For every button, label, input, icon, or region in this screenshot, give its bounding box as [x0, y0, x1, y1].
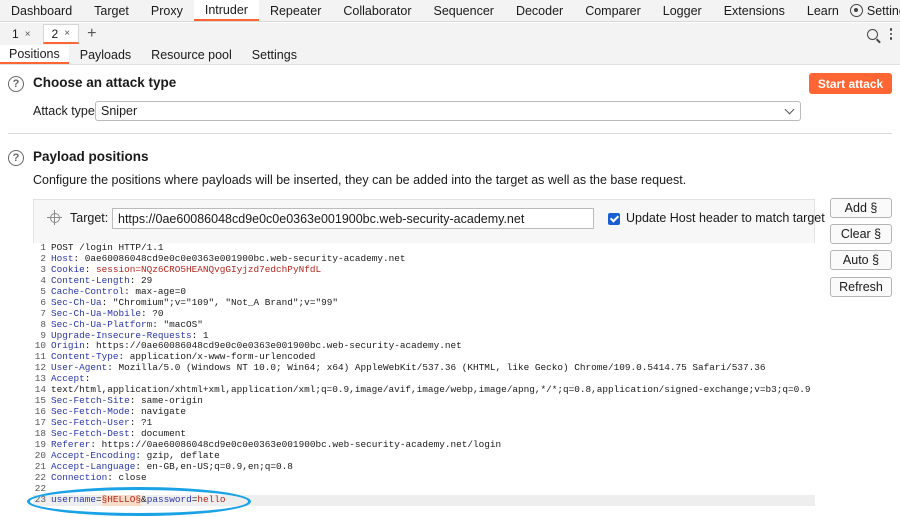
start-attack-button[interactable]: Start attack	[809, 73, 892, 94]
header-line: 21 Accept-Language: en-GB,en-US;q=0.9,en;…	[34, 460, 293, 472]
header-line: 12 User-Agent: Mozilla/5.0 (Windows NT 10…	[34, 362, 766, 374]
header-value: "Chromium";v="109", "Not_A Brand";v="99"	[112, 296, 338, 308]
header-value: en-GB,en-US;q=0.9,en;q=0.8	[146, 460, 293, 472]
attack-tabs-bar: 1 × 2 × +	[0, 23, 900, 45]
payload-marker[interactable]: §HELLO§	[101, 494, 142, 506]
line-number: 22	[34, 471, 46, 483]
line-number: 23	[34, 493, 46, 505]
tab-comparer[interactable]: Comparer	[574, 0, 652, 21]
tab-extensions[interactable]: Extensions	[713, 0, 796, 21]
header-line: 8 Sec-Ch-Ua-Platform: "macOS"	[33, 318, 815, 331]
refresh-button[interactable]: Refresh	[830, 277, 892, 297]
auto-markers-button[interactable]: Auto §	[830, 250, 892, 270]
more-options-icon[interactable]	[889, 28, 892, 40]
header-value: close	[118, 471, 147, 483]
tab-intruder[interactable]: Intruder	[193, 0, 259, 21]
header-line: 7 Sec-Ch-Ua-Mobile: ?0	[33, 307, 815, 320]
line-number: 8	[40, 318, 46, 330]
attack-tab-2[interactable]: 2 ×	[42, 24, 80, 44]
add-marker-button[interactable]: Add §	[830, 198, 892, 218]
section-divider	[8, 133, 892, 134]
close-icon[interactable]: ×	[64, 28, 70, 39]
target-label: Target:	[70, 211, 109, 225]
payload-positions-heading: Payload positions	[33, 149, 149, 164]
close-icon[interactable]: ×	[25, 29, 31, 40]
tab-proxy[interactable]: Proxy	[140, 0, 194, 21]
tab-target[interactable]: Target	[83, 0, 140, 21]
line-number: 7	[40, 307, 46, 319]
header-line: 6 Sec-Ch-Ua: "Chromium";v="109", "Not_A B…	[33, 296, 815, 309]
header-value: ?0	[152, 307, 164, 319]
attack-tab-label: 2	[51, 26, 59, 41]
attack-type-heading: Choose an attack type	[33, 75, 177, 90]
crosshair-icon	[47, 210, 62, 225]
search-icon[interactable]	[866, 28, 878, 40]
tab-learn[interactable]: Learn	[796, 0, 850, 21]
help-icon[interactable]: ?	[8, 150, 24, 166]
attack-type-label: Attack type:	[33, 104, 99, 118]
attack-tab-1[interactable]: 1 ×	[4, 24, 39, 44]
add-tab-icon[interactable]: +	[87, 26, 96, 42]
tab-collaborator[interactable]: Collaborator	[332, 0, 422, 21]
header-name: Sec-Ch-Ua	[51, 296, 102, 308]
attack-tab-label: 1	[12, 27, 19, 41]
attack-type-value: Sniper	[101, 104, 138, 118]
line-number: 6	[40, 296, 46, 308]
help-icon[interactable]: ?	[8, 76, 24, 92]
request-body-line: 23 username = §HELLO§ & password = hello	[33, 493, 815, 506]
line-number: 22	[34, 482, 46, 494]
tab-repeater[interactable]: Repeater	[259, 0, 332, 21]
tab-decoder[interactable]: Decoder	[505, 0, 574, 21]
main-menu-bar: Dashboard Target Proxy Intruder Repeater…	[0, 0, 900, 22]
settings-label: Settings	[866, 3, 900, 18]
gear-icon	[849, 4, 863, 17]
attack-type-select[interactable]: Sniper	[95, 101, 801, 121]
header-value: "macOS"	[163, 318, 203, 330]
subtab-payloads[interactable]: Payloads	[71, 45, 140, 64]
update-host-checkbox[interactable]	[608, 213, 620, 225]
body-password-key: password	[146, 493, 192, 505]
clear-markers-button[interactable]: Clear §	[830, 224, 892, 244]
chevron-down-icon	[784, 104, 795, 115]
empty-line: 22	[33, 482, 815, 495]
subtab-resource-pool[interactable]: Resource pool	[142, 45, 241, 64]
settings-button[interactable]: Settings	[849, 0, 900, 21]
subtab-positions[interactable]: Positions	[0, 45, 69, 64]
body-username-key: username	[51, 493, 97, 505]
tab-sequencer[interactable]: Sequencer	[422, 0, 504, 21]
target-url-input[interactable]: https://0ae60086048cd9e0c0e0363e001900bc…	[112, 208, 594, 229]
header-line: 22 Connection: close	[34, 471, 147, 483]
header-name: Connection	[51, 471, 108, 483]
tab-logger[interactable]: Logger	[652, 0, 713, 21]
subtab-settings[interactable]: Settings	[243, 45, 306, 64]
update-host-label: Update Host header to match target	[626, 211, 825, 225]
request-editor[interactable]: 1 POST /login HTTP/1.1 2 Host: 0ae6008604…	[33, 242, 815, 517]
target-url-value: https://0ae60086048cd9e0c0e0363e001900bc…	[118, 211, 525, 226]
header-name: Sec-Ch-Ua-Platform	[51, 318, 153, 330]
intruder-sub-tabs: Positions Payloads Resource pool Setting…	[0, 45, 900, 65]
body-password-value: hello	[197, 493, 226, 505]
tab-dashboard[interactable]: Dashboard	[0, 0, 83, 21]
header-name: Sec-Ch-Ua-Mobile	[51, 307, 142, 319]
payload-positions-description: Configure the positions where payloads w…	[33, 173, 687, 187]
header-value: Mozilla/5.0 (Windows NT 10.0; Win64; x64…	[118, 362, 766, 374]
